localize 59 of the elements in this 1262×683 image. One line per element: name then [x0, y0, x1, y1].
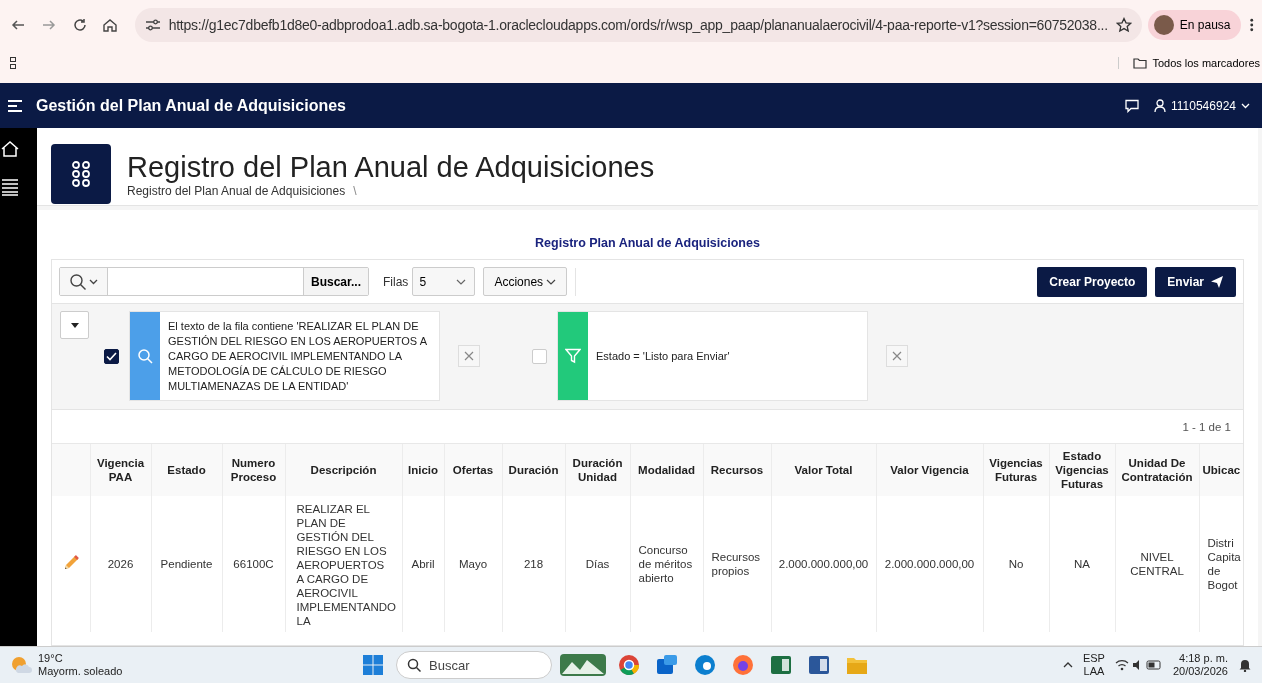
user-menu[interactable]: 1110546924 [1154, 98, 1250, 113]
column-header[interactable]: Estado Vigencias Futuras [1049, 444, 1115, 496]
column-header[interactable]: Valor Total [771, 444, 876, 496]
column-header[interactable]: Duración [502, 444, 565, 496]
search-button[interactable]: Buscar... [303, 268, 369, 295]
page-title: Registro del Plan Anual de Adquisiciones [127, 149, 655, 184]
region-title: Registro Plan Anual de Adquisiciones [534, 235, 761, 252]
clock-date[interactable]: 20/03/2026 [1172, 665, 1228, 678]
column-header[interactable]: Descripción [285, 444, 402, 496]
address-bar[interactable]: https://g1ec7dbefb1d8e0-adbprodoa1.adb.sa-bogota-1.oraclecloudapps.com/ords/r/wsp_app_paap/plananualaerocivil/4-paa-reporte-v1?session=60752038... [134, 8, 1142, 42]
rows-select[interactable]: 5 [412, 267, 476, 296]
filter-card[interactable]: Estado = 'Listo para Enviar' [557, 311, 868, 401]
table-cell: 2026 [90, 496, 151, 632]
table-cell: NA [1049, 496, 1115, 632]
profile-button[interactable]: En pausa [1147, 10, 1241, 40]
column-header[interactable]: Recursos [703, 444, 771, 496]
column-header[interactable]: Ubicac [1199, 444, 1243, 496]
breadcrumb-separator: \ [353, 183, 357, 198]
table-cell: Distri Capita de Bogot [1199, 496, 1243, 632]
taskbar-search[interactable]: Buscar [396, 651, 552, 679]
filter-text: Estado = 'Listo para Enviar' [595, 348, 731, 364]
send-button[interactable]: Enviar [1155, 266, 1236, 297]
table-cell: Días [565, 496, 630, 632]
table-cell: REALIZAR EL PLAN DE GESTIÓN DEL RIESGO EN LOS AEROPUERTOS A CARGO DE AEROCIVIL IMPLEMENTANDO LA [285, 496, 402, 632]
url-text: https://g1ec7dbefb1d8e0-adbprodoa1.adb.sa-bogota-1.oraclecloudapps.com/ords/r/wsp_app_paap/plananualaerocivil/4-paa-reporte-v1?session=60752038... [168, 17, 1108, 33]
table-cell: Concurso de méritos abierto [630, 496, 703, 632]
table-cell: 66100C [222, 496, 285, 632]
actions-menu[interactable]: Acciones [483, 267, 568, 296]
column-header[interactable]: Numero Proceso [222, 444, 285, 496]
column-header[interactable]: Inicio [402, 444, 444, 496]
column-header[interactable]: Unidad De Contratación [1115, 444, 1199, 496]
create-project-button[interactable]: Crear Proyecto [1037, 266, 1148, 297]
table-cell: Abril [402, 496, 444, 632]
column-header[interactable]: Vigencia PAA [90, 444, 151, 496]
filter-text: El texto de la fila contiene 'REALIZAR EL PLAN DE GESTIÓN DEL RIESGO EN LOS AEROPUERTOS A CARGO DE AEROCIVIL IMPLEMENTANDO LA METODOLOGÍA DE CÁLCULO DE RIESGO MULTIAMENAZAS DE LA ENTIDAD' [167, 318, 428, 394]
rows-label: Filas [383, 274, 409, 289]
table-cell: Pendiente [151, 496, 222, 632]
table-cell: Recursos propios [703, 496, 771, 632]
keyboard-layout[interactable]: LAA [1083, 665, 1105, 678]
column-header[interactable]: Ofertas [444, 444, 502, 496]
table-cell: 218 [502, 496, 565, 632]
temperature: 19°C [38, 652, 64, 665]
column-header[interactable]: Estado [151, 444, 222, 496]
breadcrumb[interactable]: Registro del Plan Anual de Adquisiciones [127, 183, 346, 198]
clock-time[interactable]: 4:18 p. m. [1179, 652, 1228, 665]
table-cell: NIVEL CENTRAL [1115, 496, 1199, 632]
column-header[interactable]: Duración Unidad [565, 444, 630, 496]
language[interactable]: ESP [1082, 652, 1105, 665]
bookmarks-folder[interactable]: Todos los marcadores [1118, 57, 1260, 69]
filter-card[interactable]: El texto de la fila contiene 'REALIZAR EL PLAN DE GESTIÓN DEL RIESGO EN LOS AEROPUERTOS A CARGO DE AEROCIVIL IMPLEMENTANDO LA METODOLOGÍA DE CÁLCULO DE RIESGO MULTIAMENAZAS DE LA ENTIDAD' [129, 311, 440, 401]
column-header[interactable]: Modalidad [630, 444, 703, 496]
table-cell: 2.000.000.000,00 [771, 496, 876, 632]
table-cell: No [983, 496, 1049, 632]
table-cell: Mayo [444, 496, 502, 632]
column-header[interactable]: Valor Vigencia [876, 444, 983, 496]
weather-text: Mayorm. soleado [38, 665, 123, 678]
table-cell: 2.000.000.000,00 [876, 496, 983, 632]
column-header[interactable]: Vigencias Futuras [983, 444, 1049, 496]
app-title: Gestión del Plan Anual de Adquisiciones [36, 96, 347, 115]
